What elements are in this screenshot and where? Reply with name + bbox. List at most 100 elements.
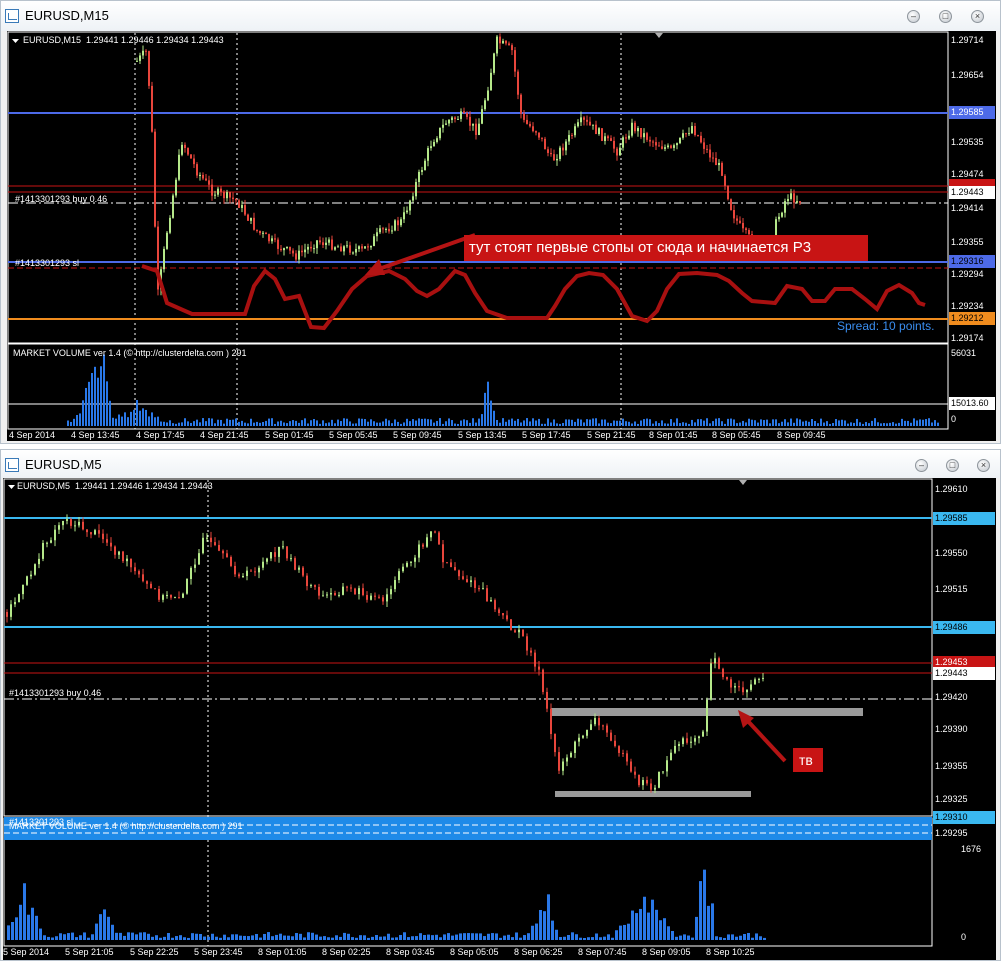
chart-window-m15[interactable]: EURUSD,M15 – □ × EURUSD,M15 1.29441 1.29… xyxy=(0,0,1001,444)
dropdown-triangle-icon[interactable] xyxy=(12,39,19,43)
time-axis[interactable]: 4 Sep 2014 4 Sep 13:45 4 Sep 17:45 4 Sep… xyxy=(7,430,948,441)
volume-bar xyxy=(435,934,438,940)
candle-body xyxy=(554,734,556,753)
close-icon[interactable]: × xyxy=(977,459,990,472)
volume-bar xyxy=(397,421,399,426)
volume-bar xyxy=(730,418,732,426)
volume-bar xyxy=(433,422,435,426)
close-icon[interactable]: × xyxy=(971,10,984,23)
window-title: EURUSD,M15 xyxy=(25,8,109,23)
volume-bar xyxy=(283,422,285,426)
titlebar[interactable]: EURUSD,M5 – □ × xyxy=(1,450,1000,478)
time-tick: 5 Sep 13:45 xyxy=(458,430,507,440)
volume-bar xyxy=(727,418,729,426)
candle-body xyxy=(450,562,452,568)
candle-body xyxy=(354,588,356,595)
candle-body xyxy=(226,553,228,558)
candle-body xyxy=(406,562,408,567)
volume-bar xyxy=(319,423,321,426)
volume-bar xyxy=(298,422,300,426)
candle-body xyxy=(538,666,540,670)
titlebar[interactable]: EURUSD,M15 – □ × xyxy=(1,1,1000,31)
volume-bar xyxy=(211,933,214,940)
candle-body xyxy=(469,116,471,126)
candle-body xyxy=(206,537,208,539)
maximize-icon[interactable]: □ xyxy=(939,10,952,23)
volume-bar xyxy=(511,418,513,426)
candle-body xyxy=(542,669,544,692)
volume-bar xyxy=(15,917,18,940)
volume-bar xyxy=(241,420,243,426)
volume-bar xyxy=(172,423,174,426)
time-tick: 5 Sep 22:25 xyxy=(130,947,179,957)
volume-bar xyxy=(748,418,750,426)
candle-body xyxy=(451,117,453,120)
volume-bar xyxy=(712,421,714,426)
volume-bar xyxy=(547,418,549,426)
time-tick: 8 Sep 01:05 xyxy=(258,947,307,957)
candle-body xyxy=(22,584,24,595)
candle-body xyxy=(514,50,516,72)
minimize-icon[interactable]: – xyxy=(907,10,920,23)
time-tick: 8 Sep 09:05 xyxy=(642,947,691,957)
candle-body xyxy=(745,228,747,231)
candle-body xyxy=(122,551,124,562)
candle-body xyxy=(607,136,609,139)
volume-bar xyxy=(469,422,471,426)
candle-body xyxy=(654,787,656,790)
volume-bar xyxy=(838,420,840,426)
candle-body xyxy=(544,138,546,150)
minimize-icon[interactable]: – xyxy=(915,459,928,472)
candle-body xyxy=(322,242,324,246)
price-axis[interactable]: 1.29610 1.29585 1.29550 1.29515 1.29486 … xyxy=(935,478,995,838)
volume-bar xyxy=(615,930,618,940)
time-tick: 5 Sep 23:45 xyxy=(194,947,243,957)
candle-body xyxy=(742,687,744,693)
volume-bar xyxy=(187,421,189,426)
time-axis[interactable]: 5 Sep 2014 5 Sep 21:05 5 Sep 22:25 5 Sep… xyxy=(3,947,932,959)
volume-bar xyxy=(643,419,645,426)
volume-bar xyxy=(337,419,339,426)
time-tick: 4 Sep 17:45 xyxy=(136,430,185,440)
volume-bar xyxy=(931,422,933,426)
candle-body xyxy=(490,600,492,602)
volume-bar xyxy=(745,422,747,426)
volume-bar xyxy=(395,937,398,940)
candle-body xyxy=(266,558,268,562)
volume-bar xyxy=(751,419,753,426)
candle-body xyxy=(582,735,584,738)
candle-body xyxy=(510,619,512,631)
candle-body xyxy=(306,575,308,587)
candle-body xyxy=(602,725,604,727)
candle-body xyxy=(613,140,615,149)
volume-bar xyxy=(571,932,574,940)
maximize-icon[interactable]: □ xyxy=(946,459,959,472)
candle-body xyxy=(721,162,723,176)
candle-body xyxy=(410,561,412,563)
candle-body xyxy=(289,246,291,251)
candle-body xyxy=(472,123,474,126)
price-chart[interactable]: EURUSD,M15 1.29441 1.29446 1.29434 1.294… xyxy=(7,31,996,441)
candle-body xyxy=(634,122,636,132)
candle-body xyxy=(666,760,668,772)
volume-bar xyxy=(376,422,378,426)
volume-bar xyxy=(227,937,230,940)
candle-body xyxy=(150,583,152,589)
volume-bar xyxy=(460,420,462,426)
price-chart[interactable]: EURUSD,M5 1.29441 1.29446 1.29434 1.2944… xyxy=(3,478,996,960)
order-label: #1413301293 buy 0.46 xyxy=(9,688,102,698)
price-tick: 1.29585 xyxy=(951,107,984,117)
price-axis[interactable]: 1.29714 1.29654 1.29585 1.29535 1.29474 … xyxy=(951,31,996,343)
candle-body xyxy=(310,585,312,587)
volume-bar xyxy=(611,937,614,940)
candle-body xyxy=(578,737,580,742)
candle-body xyxy=(638,774,640,786)
candle-body xyxy=(286,246,288,249)
candle-body xyxy=(674,745,676,753)
dropdown-triangle-icon[interactable] xyxy=(8,485,15,489)
volume-bar xyxy=(427,419,429,426)
candle-body xyxy=(530,650,532,653)
chart-window-m5[interactable]: EURUSD,M5 – □ × EURUSD,M5 1.29441 1.2944… xyxy=(0,449,1001,961)
volume-bar xyxy=(640,420,642,426)
candle-body xyxy=(446,562,448,564)
